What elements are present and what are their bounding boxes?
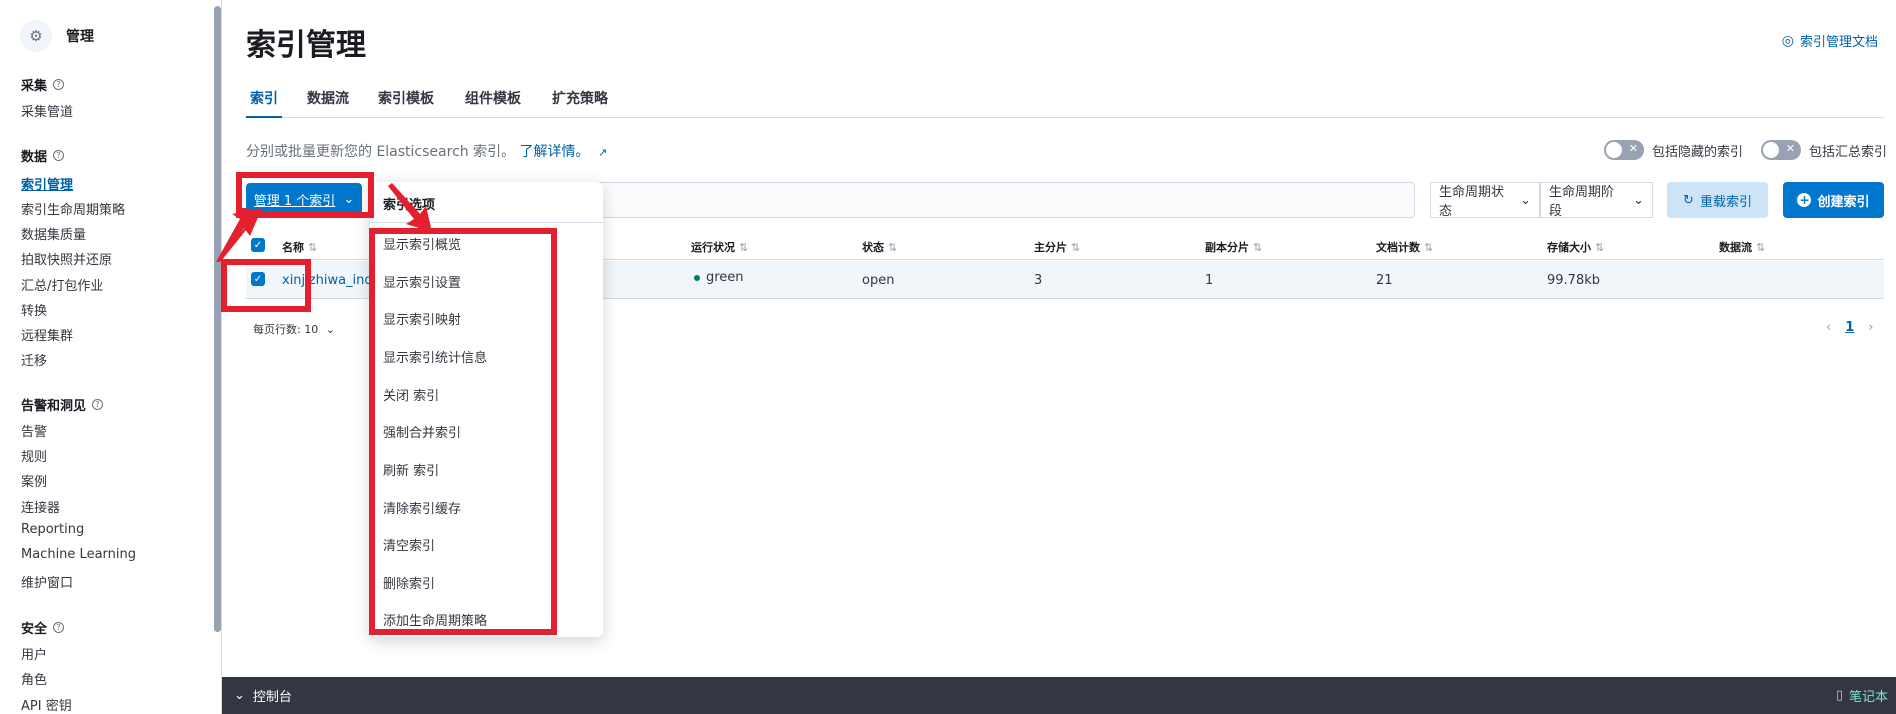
sidebar-item-roles[interactable]: 角色 xyxy=(21,669,47,688)
chevron-down-icon: ⌄ xyxy=(1633,192,1644,208)
console-toggle[interactable]: ⌄ 控制台 xyxy=(234,686,292,705)
chevron-down-icon: ⌄ xyxy=(234,688,245,703)
column-header[interactable]: 存储大小 ⇅ xyxy=(1547,239,1604,255)
doc-count-cell: 21 xyxy=(1376,273,1393,288)
column-header[interactable]: 副本分片 ⇅ xyxy=(1205,239,1262,255)
sort-icon: ⇅ xyxy=(1253,241,1263,254)
create-index-button[interactable]: + 创建索引 xyxy=(1783,182,1884,218)
sidebar-item-reporting[interactable]: Reporting xyxy=(21,522,84,537)
highlight-box-menu xyxy=(369,228,557,635)
sidebar-item-remote-clusters[interactable]: 远程集群 xyxy=(21,325,73,344)
sidebar-item-rules[interactable]: 规则 xyxy=(21,446,47,465)
reload-indices-button[interactable]: ↻ 重载索引 xyxy=(1667,182,1768,218)
include-hidden-toggle[interactable]: 包括隐藏的索引 xyxy=(1604,140,1743,160)
tab-index-templates[interactable]: 索引模板 xyxy=(378,88,434,118)
help-icon[interactable]: ? xyxy=(53,150,65,161)
sidebar-item-migrate[interactable]: 迁移 xyxy=(21,350,47,369)
lifecycle-phase-filter[interactable]: 生命周期阶段 ⌄ xyxy=(1540,182,1653,219)
status-cell: open xyxy=(862,273,895,288)
sidebar-item-rollup[interactable]: 汇总/打包作业 xyxy=(21,275,103,294)
sidebar-item-maintenance[interactable]: 维护窗口 xyxy=(21,572,73,591)
sidebar-item-ml[interactable]: Machine Learning xyxy=(21,547,136,562)
page-title: 索引管理 xyxy=(246,28,366,63)
sidebar-item-data-quality[interactable]: 数据集质量 xyxy=(21,224,86,243)
primary-shards-cell: 3 xyxy=(1034,273,1043,288)
notebook-icon: ▯ xyxy=(1835,688,1843,703)
plus-icon: + xyxy=(1797,193,1812,207)
sort-icon: ⇅ xyxy=(1595,241,1605,254)
column-header[interactable]: 数据流 ⇅ xyxy=(1719,239,1765,255)
rows-per-page[interactable]: 每页行数: 10 ⌄ xyxy=(253,321,335,337)
sidebar-item-api-keys[interactable]: API 密钥 xyxy=(21,695,72,714)
sidebar-group-data: 数据? xyxy=(21,146,65,165)
sidebar-scrollbar[interactable] xyxy=(214,6,221,632)
pagination: ‹ 1 › xyxy=(1826,320,1873,335)
popover-title: 索引选项 xyxy=(383,198,436,213)
tab-data-streams[interactable]: 数据流 xyxy=(307,88,349,118)
include-rollup-toggle[interactable]: 包括汇总索引 xyxy=(1761,140,1887,160)
notebook-link[interactable]: ▯ 笔记本 xyxy=(1836,686,1888,705)
sidebar-item-connectors[interactable]: 连接器 xyxy=(21,497,60,516)
sort-icon: ⇅ xyxy=(1071,241,1081,254)
chevron-down-icon: ⌄ xyxy=(325,323,335,336)
sidebar: ⚙ 管理 采集? 采集管道 数据? 索引管理 索引生命周期策略 数据集质量 拍取… xyxy=(0,0,222,714)
sidebar-item-ilm[interactable]: 索引生命周期策略 xyxy=(21,199,125,218)
sidebar-group-ingest: 采集? xyxy=(21,75,65,94)
health-cell: green xyxy=(694,270,744,285)
lifecycle-status-filter[interactable]: 生命周期状态 ⌄ xyxy=(1430,182,1540,219)
sidebar-item-users[interactable]: 用户 xyxy=(21,644,47,663)
toggle-switch-icon[interactable] xyxy=(1761,140,1801,160)
select-all-checkbox[interactable]: ✓ xyxy=(251,238,265,252)
tab-enrich-policies[interactable]: 扩充策略 xyxy=(552,88,608,118)
replica-shards-cell: 1 xyxy=(1205,273,1214,288)
doc-link[interactable]: ◎ 索引管理文档 xyxy=(1781,31,1878,51)
help-icon[interactable]: ? xyxy=(53,79,65,90)
health-dot-icon xyxy=(694,274,700,281)
sort-icon: ⇅ xyxy=(739,241,749,254)
column-header[interactable]: 主分片 ⇅ xyxy=(1034,239,1080,255)
page-description: 分别或批量更新您的 Elasticsearch 索引。 了解详情。 ↗ xyxy=(246,144,608,160)
refresh-icon: ↻ xyxy=(1683,192,1694,208)
column-header[interactable]: 文档计数 ⇅ xyxy=(1376,239,1433,255)
column-header[interactable]: 运行状况 ⇅ xyxy=(691,239,748,255)
column-header[interactable]: 状态 ⇅ xyxy=(862,239,897,255)
gear-icon: ⚙ xyxy=(20,20,52,52)
sort-icon: ⇅ xyxy=(1424,241,1434,254)
sidebar-item-transforms[interactable]: 转换 xyxy=(21,300,47,319)
column-header[interactable]: 名称 ⇅ xyxy=(282,239,317,255)
sort-icon: ⇅ xyxy=(1756,241,1766,254)
chevron-right-icon[interactable]: › xyxy=(1868,320,1873,335)
sidebar-item-index-management[interactable]: 索引管理 xyxy=(21,174,73,193)
sidebar-title: 管理 xyxy=(66,29,94,45)
sidebar-header[interactable]: ⚙ 管理 xyxy=(20,20,94,52)
help-ring-icon: ◎ xyxy=(1781,32,1794,49)
external-link-icon: ↗ xyxy=(598,146,608,159)
sort-icon: ⇅ xyxy=(888,241,898,254)
tab-indices[interactable]: 索引 xyxy=(246,88,282,118)
sort-icon: ⇅ xyxy=(308,241,318,254)
toggle-switch-icon[interactable] xyxy=(1604,140,1644,160)
sidebar-group-security: 安全? xyxy=(21,618,65,637)
help-icon[interactable]: ? xyxy=(53,622,65,633)
sidebar-item-ingest-pipelines[interactable]: 采集管道 xyxy=(21,101,73,120)
sidebar-item-cases[interactable]: 案例 xyxy=(21,471,47,490)
tab-bar: 索引 数据流 索引模板 组件模板 扩充策略 xyxy=(246,88,1884,118)
highlight-box-checkbox xyxy=(221,259,311,312)
help-icon[interactable]: ? xyxy=(92,399,104,410)
chevron-down-icon: ⌄ xyxy=(1520,192,1531,208)
console-bar[interactable]: ⌄ 控制台 ▯ 笔记本 xyxy=(222,677,1896,714)
sidebar-item-alerts[interactable]: 告警 xyxy=(21,421,47,440)
page-number[interactable]: 1 xyxy=(1845,320,1854,335)
tab-component-templates[interactable]: 组件模板 xyxy=(465,88,521,118)
sidebar-item-snapshot[interactable]: 拍取快照并还原 xyxy=(21,249,112,268)
storage-size-cell: 99.78kb xyxy=(1547,273,1600,288)
learn-more-link[interactable]: 了解详情。 xyxy=(520,144,590,160)
sidebar-group-alerts: 告警和洞见? xyxy=(21,395,104,414)
highlight-box-manage xyxy=(236,172,374,218)
chevron-left-icon[interactable]: ‹ xyxy=(1826,320,1831,335)
popover-divider xyxy=(370,222,603,223)
